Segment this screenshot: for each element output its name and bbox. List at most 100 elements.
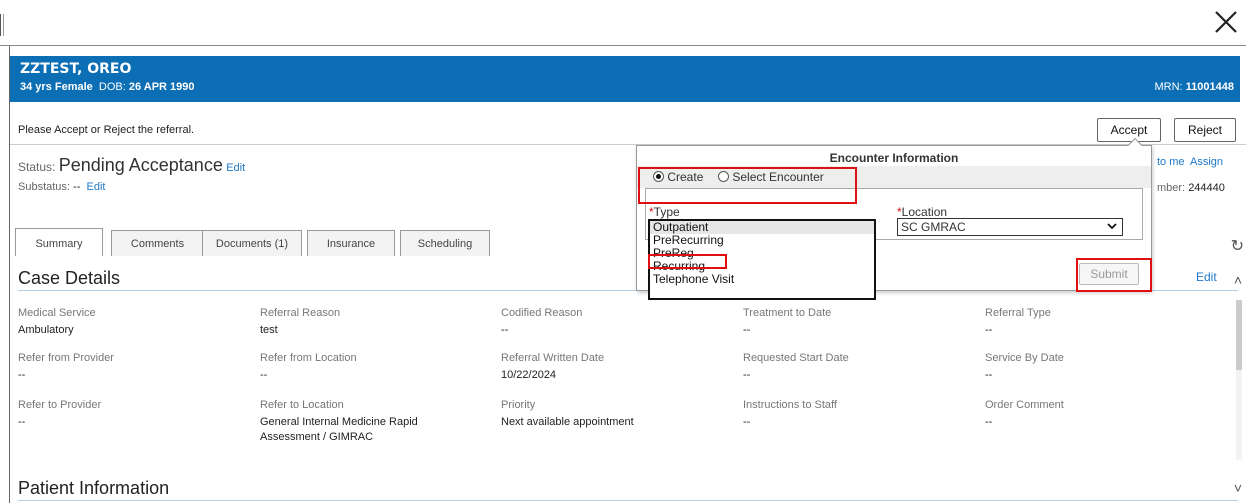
- referral-substatus: Substatus: -- Edit: [18, 181, 105, 193]
- scrollbar-thumb[interactable]: [1236, 300, 1242, 370]
- patient-banner: ZZTEST, OREO 34 yrs Female DOB: 26 APR 1…: [10, 56, 1240, 102]
- close-icon[interactable]: [1210, 2, 1242, 40]
- field-refer-from-provider: Refer from Provider --: [18, 352, 114, 383]
- field-value: Next available appointment: [501, 416, 634, 428]
- window-titlebar: [0, 0, 1246, 46]
- field-referral-written-date: Referral Written Date 10/22/2024: [501, 352, 604, 383]
- field-value: --: [985, 416, 993, 428]
- field-value: --: [18, 369, 26, 381]
- mrn-value: 11001448: [1185, 81, 1234, 93]
- field-value: test: [260, 324, 278, 336]
- field-label: Refer from Location: [260, 352, 357, 364]
- field-label: Medical Service: [18, 307, 96, 319]
- field-priority: Priority Next available appointment: [501, 399, 634, 430]
- chevron-down-icon: [1106, 218, 1118, 238]
- field-label: Treatment to Date: [743, 307, 832, 319]
- case-details-edit-link[interactable]: Edit: [1196, 270, 1217, 284]
- scroll-down-icon[interactable]: ˅: [1234, 480, 1242, 496]
- location-field-label: *Location: [897, 205, 947, 219]
- field-medical-service: Medical Service Ambulatory: [18, 307, 96, 338]
- field-label: Service By Date: [985, 352, 1064, 364]
- field-value: --: [743, 324, 751, 336]
- substatus-value: --: [73, 181, 81, 193]
- refresh-icon[interactable]: ↻: [1231, 236, 1244, 256]
- type-label: Type: [653, 205, 680, 219]
- field-label: Refer from Provider: [18, 352, 114, 364]
- case-details-title: Case Details: [18, 268, 121, 288]
- referral-page: ZZTEST, OREO 34 yrs Female DOB: 26 APR 1…: [0, 0, 1246, 503]
- substatus-edit-link[interactable]: Edit: [87, 181, 106, 193]
- referral-status: Status: Pending Acceptance Edit: [18, 155, 245, 176]
- field-referral-reason: Referral Reason test: [260, 307, 340, 338]
- field-order-comment: Order Comment --: [985, 399, 1064, 430]
- type-field-label: *Type: [649, 205, 680, 219]
- field-instructions-to-staff: Instructions to Staff --: [743, 399, 837, 430]
- assign-links: to me Assign: [1157, 156, 1223, 168]
- status-value: Pending Acceptance: [58, 155, 223, 175]
- mrn-label: MRN:: [1154, 81, 1183, 93]
- divider: [18, 500, 1238, 501]
- field-refer-to-location: Refer to Location General Internal Medic…: [260, 399, 460, 445]
- field-codified-reason: Codified Reason --: [501, 307, 582, 338]
- field-value: Ambulatory: [18, 324, 74, 336]
- referral-number: mber: 244440: [1157, 182, 1225, 194]
- location-selected-value: SC GMRAC: [901, 220, 966, 234]
- type-option-telephone-visit[interactable]: Telephone Visit: [650, 273, 874, 286]
- patient-information-title: Patient Information: [18, 478, 170, 498]
- reject-button[interactable]: Reject: [1174, 118, 1236, 142]
- field-refer-from-location: Refer from Location --: [260, 352, 357, 383]
- dob-label: DOB:: [98, 81, 126, 93]
- status-label: Status:: [18, 160, 56, 174]
- field-value: General Internal Medicine Rapid Assessme…: [260, 416, 418, 443]
- field-value: --: [260, 369, 268, 381]
- field-value: --: [743, 416, 751, 428]
- status-edit-link[interactable]: Edit: [226, 162, 245, 174]
- location-select[interactable]: SC GMRAC: [897, 218, 1123, 236]
- field-label: Refer to Location: [260, 399, 344, 411]
- field-label: Referral Reason: [260, 307, 341, 319]
- field-value: --: [743, 369, 751, 381]
- divider: [0, 14, 1, 36]
- field-value: --: [985, 324, 993, 336]
- annotation-highlight-submit: [1076, 258, 1152, 292]
- tab-documents[interactable]: Documents (1): [202, 230, 302, 256]
- accept-button[interactable]: Accept: [1097, 118, 1161, 142]
- annotation-highlight-create: [638, 167, 857, 204]
- field-label: Instructions to Staff: [743, 399, 837, 411]
- field-label: Codified Reason: [501, 307, 583, 319]
- field-label: Referral Type: [985, 307, 1051, 319]
- field-service-by-date: Service By Date --: [985, 352, 1064, 383]
- referral-prompt: Please Accept or Reject the referral.: [18, 124, 195, 136]
- patient-dob: 26 APR 1990: [128, 81, 195, 93]
- field-value: --: [18, 416, 26, 428]
- field-requested-start-date: Requested Start Date --: [743, 352, 849, 383]
- referral-number-value: 244440: [1188, 182, 1225, 194]
- field-label: Priority: [501, 399, 536, 411]
- encounter-popup-title: Encounter Information: [829, 151, 959, 165]
- field-value: --: [985, 369, 993, 381]
- patient-mrn: MRN: 11001448: [1154, 81, 1234, 93]
- field-referral-type: Referral Type --: [985, 307, 1051, 338]
- tab-scheduling[interactable]: Scheduling: [400, 230, 490, 256]
- field-label: Refer to Provider: [18, 399, 102, 411]
- patient-demographics: 34 yrs Female DOB: 26 APR 1990: [20, 81, 195, 93]
- scroll-up-icon[interactable]: ˄: [1234, 272, 1242, 288]
- assign-to-me-link[interactable]: to me: [1157, 156, 1185, 168]
- referral-action-bar: Please Accept or Reject the referral.: [10, 115, 1246, 145]
- tab-summary[interactable]: Summary: [15, 228, 103, 256]
- divider: [3, 14, 4, 36]
- field-label: Order Comment: [985, 399, 1064, 411]
- tab-comments[interactable]: Comments: [111, 230, 204, 256]
- patient-name: ZZTEST, OREO: [20, 61, 132, 77]
- tab-insurance[interactable]: Insurance: [307, 230, 395, 256]
- substatus-label: Substatus:: [18, 181, 70, 193]
- assign-link[interactable]: Assign: [1190, 156, 1223, 168]
- field-value: --: [501, 324, 509, 336]
- referral-number-label: mber:: [1157, 182, 1186, 194]
- field-label: Requested Start Date: [743, 352, 849, 364]
- field-refer-to-provider: Refer to Provider --: [18, 399, 101, 430]
- location-label: Location: [901, 205, 948, 219]
- field-value: 10/22/2024: [501, 369, 557, 381]
- field-label: Referral Written Date: [501, 352, 605, 364]
- annotation-highlight-prereg: [648, 254, 727, 269]
